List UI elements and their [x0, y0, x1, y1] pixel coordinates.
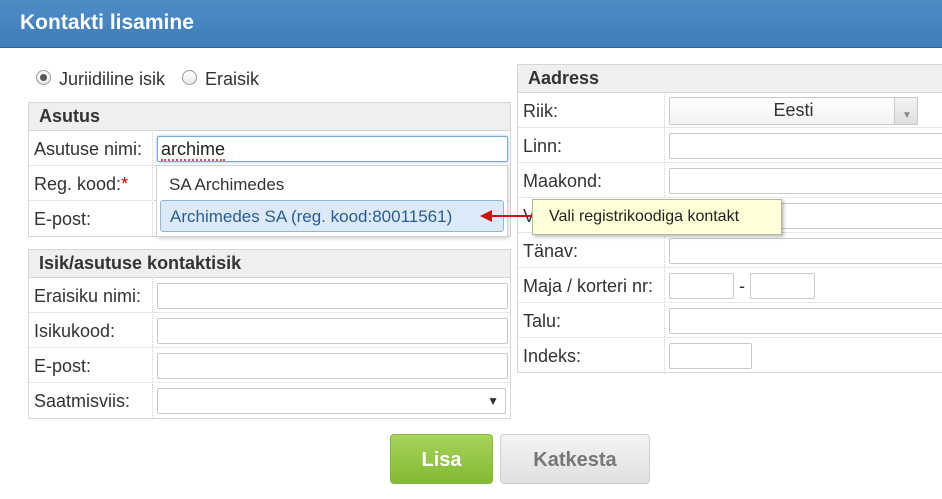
linn-label: Linn:	[523, 136, 563, 156]
column-divider	[152, 349, 153, 382]
maakond-row: Maakond:	[518, 164, 942, 198]
radio-label-eraisik[interactable]: Eraisik	[205, 69, 259, 89]
indeks-row: Indeks:	[518, 339, 942, 373]
tanav-row: Tänav:	[518, 234, 942, 268]
column-divider	[152, 279, 153, 312]
asutus-epost-label: E-post:	[34, 209, 92, 229]
radio-eraisik[interactable]	[182, 69, 198, 85]
talu-label: Talu:	[523, 311, 562, 331]
radio-label-juriidiline-isik[interactable]: Juriidiline isik	[59, 69, 165, 89]
asutus-heading: Asutus	[29, 103, 510, 131]
riik-label: Riik:	[523, 101, 558, 121]
maja-korter-separator: -	[739, 276, 745, 296]
riik-select[interactable]: Eesti ▼	[669, 97, 918, 125]
maakond-label: Maakond:	[523, 171, 603, 191]
asutuse-nimi-label: Asutuse nimi:	[34, 139, 143, 159]
maja-nr-input[interactable]	[669, 273, 734, 299]
tanav-input[interactable]	[669, 238, 942, 264]
korter-nr-input[interactable]	[750, 273, 815, 299]
tooltip-pointer-arrow	[480, 210, 533, 222]
column-divider	[152, 384, 153, 418]
eraisiku-nimi-input[interactable]	[157, 283, 508, 309]
autocomplete-item-highlighted[interactable]: Archimedes SA (reg. kood:80011561)	[160, 200, 504, 232]
kontakt-epost-label: E-post:	[34, 356, 92, 376]
kontakt-epost-row: E-post:	[29, 349, 510, 383]
riik-dropdown-button[interactable]: ▼	[894, 97, 918, 125]
eraisiku-nimi-label: Eraisiku nimi:	[34, 286, 142, 306]
column-divider	[664, 129, 665, 162]
isikukood-row: Isikukood:	[29, 314, 510, 348]
riik-row: Riik: Eesti ▼	[518, 94, 942, 128]
chevron-down-icon: ▼	[902, 110, 912, 121]
asutuse-nimi-value: archime	[161, 139, 226, 161]
maja-korter-label: Maja / korteri nr:	[523, 276, 654, 296]
dialog-title: Kontakti lisamine	[20, 11, 194, 34]
chevron-down-icon: ▼	[487, 394, 499, 408]
tanav-label: Tänav:	[523, 241, 579, 261]
talu-input[interactable]	[669, 308, 942, 334]
tooltip: Vali registrikoodiga kontakt	[532, 199, 782, 235]
column-divider	[664, 94, 665, 127]
autocomplete-item[interactable]: SA Archimedes	[169, 175, 284, 195]
column-divider	[664, 164, 665, 197]
column-divider	[152, 314, 153, 347]
linn-input[interactable]	[669, 133, 942, 159]
column-divider	[152, 167, 153, 200]
autocomplete-dropdown: SA Archimedes Archimedes SA (reg. kood:8…	[156, 165, 508, 237]
aadress-heading: Aadress	[518, 65, 942, 93]
kontakt-epost-input[interactable]	[157, 353, 508, 379]
saatmisviis-label: Saatmisviis:	[34, 391, 131, 411]
asutuse-nimi-row: Asutuse nimi: archime	[29, 132, 510, 166]
riik-value: Eesti	[773, 100, 814, 120]
dialog-titlebar: Kontakti lisamine	[0, 0, 942, 48]
maakond-input[interactable]	[669, 168, 942, 194]
eraisiku-nimi-row: Eraisiku nimi:	[29, 279, 510, 313]
kontaktisik-panel: Isik/asutuse kontaktisik Eraisiku nimi: …	[28, 249, 511, 419]
saatmisviis-row: Saatmisviis: ▼	[29, 384, 510, 418]
indeks-label: Indeks:	[523, 346, 582, 366]
talu-row: Talu:	[518, 304, 942, 338]
column-divider	[664, 304, 665, 337]
isikukood-label: Isikukood:	[34, 321, 116, 341]
column-divider	[152, 202, 153, 236]
column-divider	[664, 234, 665, 267]
reg-kood-label: Reg. kood:*	[34, 174, 129, 194]
isikukood-input[interactable]	[157, 318, 508, 344]
kontaktisik-heading: Isik/asutuse kontaktisik	[29, 250, 510, 278]
entity-type-radio-group: Juriidiline isik Eraisik	[36, 68, 271, 90]
linn-row: Linn:	[518, 129, 942, 163]
column-divider	[152, 132, 153, 165]
cancel-button[interactable]: Katkesta	[500, 434, 650, 484]
column-divider	[664, 339, 665, 373]
asutuse-nimi-input[interactable]: archime	[157, 136, 508, 162]
maja-korter-row: Maja / korteri nr: -	[518, 269, 942, 303]
radio-juriidiline-isik[interactable]	[36, 69, 51, 85]
column-divider	[664, 269, 665, 302]
saatmisviis-select[interactable]: ▼	[157, 388, 506, 414]
indeks-input[interactable]	[669, 343, 752, 369]
add-button[interactable]: Lisa	[390, 434, 493, 484]
